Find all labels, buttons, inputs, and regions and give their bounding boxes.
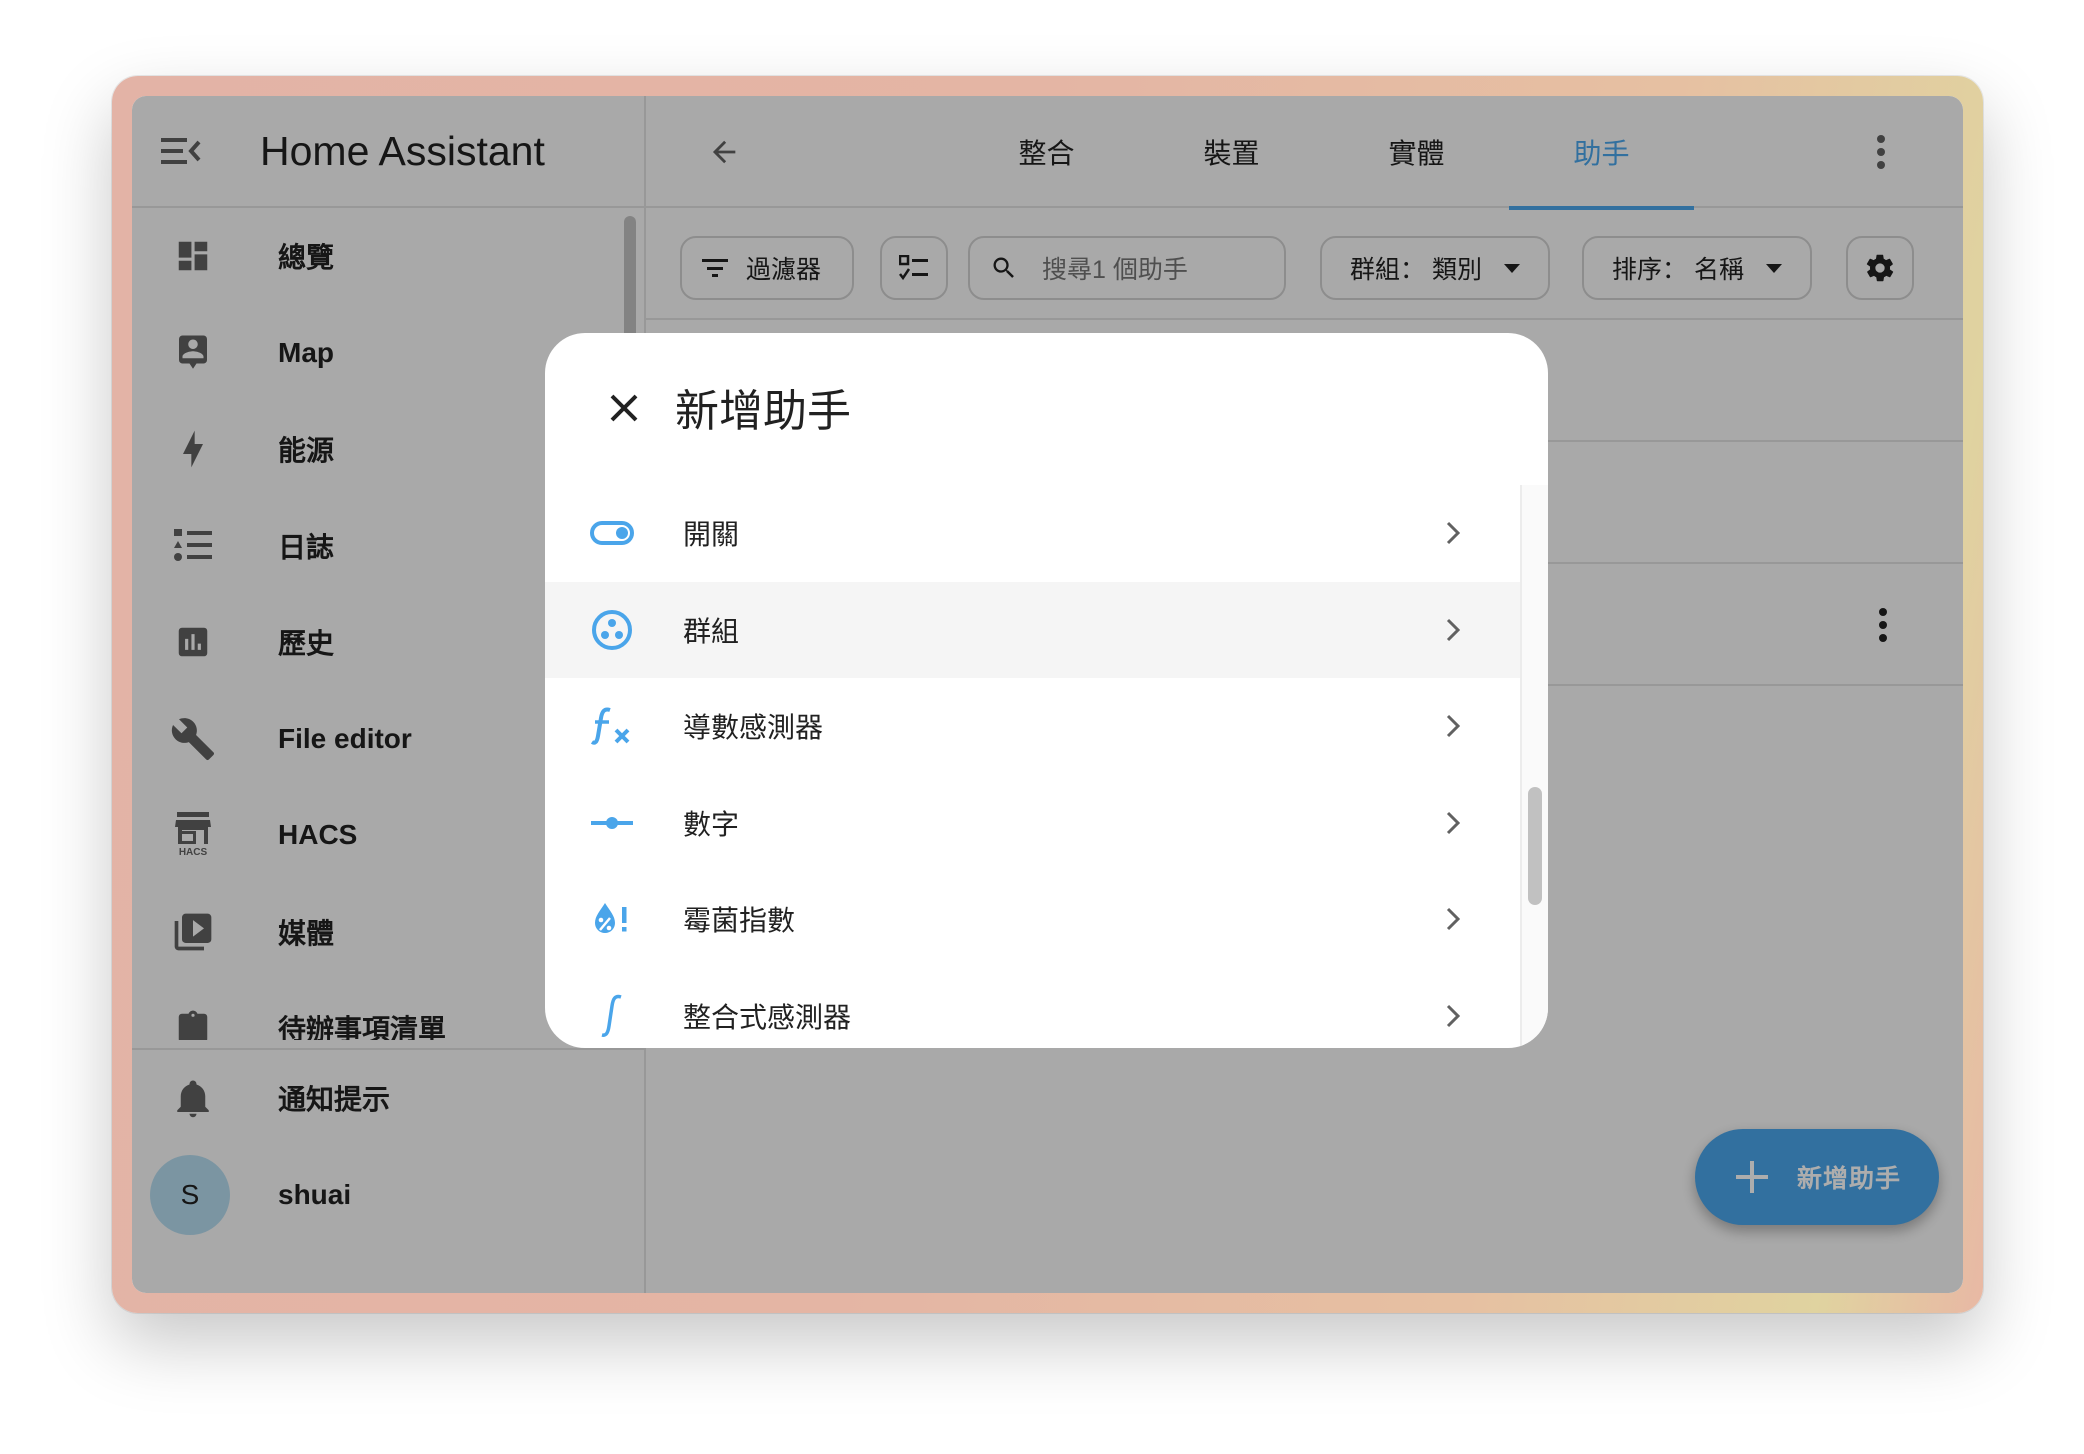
- chevron-right-icon: [1438, 807, 1468, 839]
- add-helper-dialog: 新增助手 開關 群組 導數感測器 數字 霉菌指數 整合式感測器: [545, 333, 1548, 1048]
- dialog-scrollbar-track[interactable]: [1520, 485, 1548, 1048]
- helper-type-label: 數字: [683, 808, 740, 840]
- chevron-right-icon: [1438, 517, 1468, 549]
- dialog-title: 新增助手: [675, 387, 851, 436]
- helper-type-derivative[interactable]: 導數感測器: [545, 678, 1520, 775]
- app-window: Home Assistant 總覽 Map 能源 日誌 歷史 File edit…: [132, 96, 1963, 1293]
- helper-type-label: 開關: [683, 519, 740, 551]
- chevron-right-icon: [1438, 614, 1468, 646]
- close-icon[interactable]: [593, 377, 655, 439]
- chevron-right-icon: [1438, 1000, 1468, 1032]
- chevron-right-icon: [1438, 903, 1468, 935]
- group-circle-icon: [587, 605, 637, 655]
- helper-type-label: 霉菌指數: [683, 905, 796, 937]
- helper-type-number[interactable]: 數字: [545, 775, 1520, 872]
- chevron-right-icon: [1438, 710, 1468, 742]
- integral-icon: [587, 991, 637, 1041]
- helper-type-list: 開關 群組 導數感測器 數字 霉菌指數 整合式感測器: [545, 485, 1548, 1048]
- helper-type-label: 整合式感測器: [683, 1001, 852, 1033]
- dialog-header: 新增助手: [545, 333, 1548, 485]
- helper-type-label: 群組: [683, 615, 740, 647]
- helper-type-label: 導數感測器: [683, 712, 824, 744]
- ray-vertex-icon: [587, 798, 637, 848]
- helper-type-mold-indicator[interactable]: 霉菌指數: [545, 871, 1520, 968]
- function-variant-icon: [587, 701, 637, 751]
- toggle-switch-icon: [587, 508, 637, 558]
- helper-type-toggle[interactable]: 開關: [545, 485, 1520, 582]
- helper-type-group[interactable]: 群組: [545, 581, 1520, 678]
- dialog-scrollbar-thumb[interactable]: [1528, 787, 1542, 905]
- home-assistant-app: Home Assistant 總覽 Map 能源 日誌 歷史 File edit…: [132, 96, 1963, 1293]
- water-percent-alert-icon: [587, 894, 637, 944]
- helper-type-integration-sensor[interactable]: 整合式感測器: [545, 968, 1520, 1049]
